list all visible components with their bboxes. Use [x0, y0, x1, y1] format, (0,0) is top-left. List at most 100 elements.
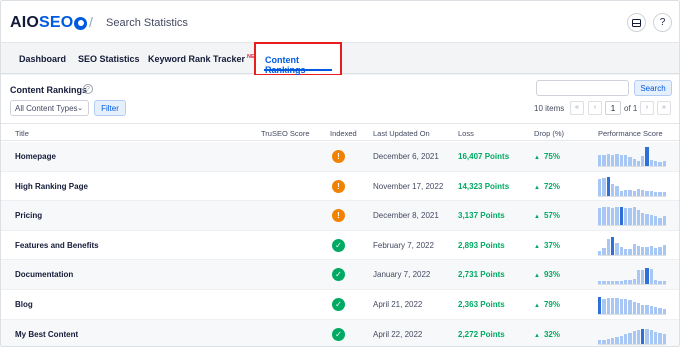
row-drop: ▲ 79% — [534, 300, 560, 309]
indexed-check-icon: ✓ — [332, 298, 345, 311]
sparkline-bar — [623, 280, 628, 285]
sparkline-bar — [658, 191, 662, 196]
indexed-check-icon: ✓ — [332, 238, 345, 252]
sparkline-bar — [654, 216, 658, 226]
triangle-up-icon: ▲ — [534, 273, 540, 280]
sparkline-bar — [654, 331, 658, 344]
triangle-up-icon: ▲ — [534, 214, 540, 221]
items-count: 10 items — [534, 104, 565, 113]
sparkline-bar — [610, 281, 615, 285]
sparkline-bar — [662, 216, 666, 226]
sparkline-bar — [623, 299, 628, 314]
table-row[interactable]: Pricing! December 8, 2021 3,137 Points ▲ 57% — [1, 201, 679, 231]
tab-dashboard[interactable]: Dashboard — [19, 54, 66, 64]
breadcrumb-current: Search Statistics — [106, 17, 188, 29]
app-window: AIOSEO / Search Statistics ? Dashboard S… — [0, 0, 680, 347]
notifications-button[interactable] — [627, 13, 646, 32]
sparkline-bar — [654, 307, 658, 314]
info-icon[interactable]: ? — [83, 84, 93, 94]
performance-sparkline[interactable] — [598, 295, 666, 315]
performance-sparkline[interactable] — [598, 147, 666, 167]
sparkline-bar — [619, 190, 623, 196]
sparkline-bar — [628, 189, 632, 196]
row-title-link[interactable]: Documentation — [15, 270, 73, 279]
sparkline-bar — [645, 147, 649, 166]
table-row[interactable]: High Ranking Page! November 17, 2022 14,32… — [1, 172, 679, 202]
indexed-check-icon: ✓ — [332, 268, 345, 282]
help-icon: ? — [659, 17, 666, 28]
filter-button[interactable]: Filter — [94, 100, 126, 116]
col-indexed[interactable]: Indexed — [330, 129, 357, 138]
indexed-warning-icon: ! — [332, 179, 345, 193]
performance-sparkline[interactable] — [598, 176, 666, 197]
sparkline-bar — [645, 328, 649, 344]
sparkline-bar — [623, 155, 628, 166]
first-page-button[interactable]: « — [570, 101, 584, 115]
col-performance-score[interactable]: Performance Score — [598, 129, 663, 138]
sparkline-bar — [662, 333, 666, 344]
row-title-link[interactable]: Pricing — [15, 211, 42, 220]
row-title-link[interactable]: Homepage — [15, 152, 56, 161]
top-bar: AIOSEO / Search Statistics ? — [1, 1, 679, 43]
performance-sparkline[interactable] — [598, 236, 666, 256]
row-title-link[interactable]: My Best Content — [15, 330, 78, 339]
sparkline-bar — [658, 308, 662, 314]
table-row[interactable]: Blog ✓ April 21, 2022 2,363 Points ▲ 79% — [1, 290, 679, 320]
table-row[interactable]: Documentation ✓ January 7, 2022 2,731 Point… — [1, 260, 679, 290]
sparkline-bar — [632, 159, 636, 166]
tab-seo-statistics[interactable]: SEO Statistics — [78, 54, 140, 64]
indexed-check-icon: ✓ — [332, 327, 345, 341]
performance-sparkline[interactable] — [598, 265, 666, 286]
tab-keyword-rank-tracker[interactable]: Keyword Rank TrackerNEW! — [148, 54, 262, 64]
sparkline-bar — [632, 302, 636, 314]
col-title[interactable]: Title — [15, 129, 29, 138]
sparkline-bar — [662, 161, 666, 166]
row-title-link[interactable]: Blog — [15, 300, 33, 309]
performance-sparkline[interactable] — [598, 206, 666, 227]
row-loss: 2,272 Points — [458, 329, 505, 339]
col-drop[interactable]: Drop (%) — [534, 129, 564, 138]
indexed-warning-icon: ! — [332, 209, 345, 223]
sparkline-bar — [623, 189, 628, 196]
tab-content-rankings[interactable]: Content Rankings — [254, 42, 342, 76]
sparkline-bar — [602, 299, 606, 314]
row-title-link[interactable]: Features and Benefits — [15, 241, 99, 250]
sparkline-bar — [602, 177, 606, 196]
col-last-updated[interactable]: Last Updated On — [373, 129, 430, 138]
content-type-select[interactable]: All Content Types ⌄ — [10, 100, 89, 116]
sparkline-bar — [610, 183, 615, 196]
inbox-icon — [632, 18, 641, 27]
prev-page-button[interactable]: ‹ — [588, 101, 602, 115]
sparkline-bar — [662, 191, 666, 196]
table-row[interactable]: Homepage! December 6, 2021 16,407 Points ▲ 7… — [1, 142, 679, 172]
sparkline-bar — [636, 245, 641, 255]
sparkline-bar — [628, 248, 632, 255]
last-page-button[interactable]: » — [657, 101, 671, 115]
search-button[interactable]: Search — [634, 80, 672, 96]
col-truseo-score[interactable]: TruSEO Score — [261, 129, 310, 138]
logo-text: AIOSEO — [10, 14, 74, 31]
aioseo-logo[interactable]: AIOSEO — [10, 14, 88, 32]
row-title-link[interactable]: High Ranking Page — [15, 182, 88, 191]
sparkline-bar — [645, 305, 649, 314]
sparkline-bar — [662, 244, 666, 255]
row-loss: 16,407 Points — [458, 152, 510, 161]
next-page-button[interactable]: › — [640, 101, 654, 115]
search-input[interactable] — [536, 80, 629, 96]
sparkline-bar — [632, 330, 636, 344]
col-loss[interactable]: Loss — [458, 129, 474, 138]
performance-sparkline[interactable] — [598, 325, 666, 345]
sparkline-bar — [623, 248, 628, 255]
sparkline-bar — [615, 242, 619, 255]
table-row[interactable]: Features and Benefits ✓ February 7, 2022 2,… — [1, 231, 679, 261]
sparkline-bar — [602, 339, 606, 344]
table-row[interactable]: My Best Content ✓ April 22, 2022 2,272 Poin… — [1, 319, 679, 346]
sparkline-bar — [619, 207, 623, 226]
sparkline-bar — [632, 190, 636, 196]
sparkline-bar — [641, 270, 645, 285]
sparkline-bar — [641, 213, 645, 226]
sparkline-bar — [615, 154, 619, 166]
row-last-updated: December 6, 2021 — [373, 152, 439, 161]
page-number-input[interactable]: 1 — [605, 101, 621, 115]
help-button[interactable]: ? — [653, 13, 672, 32]
